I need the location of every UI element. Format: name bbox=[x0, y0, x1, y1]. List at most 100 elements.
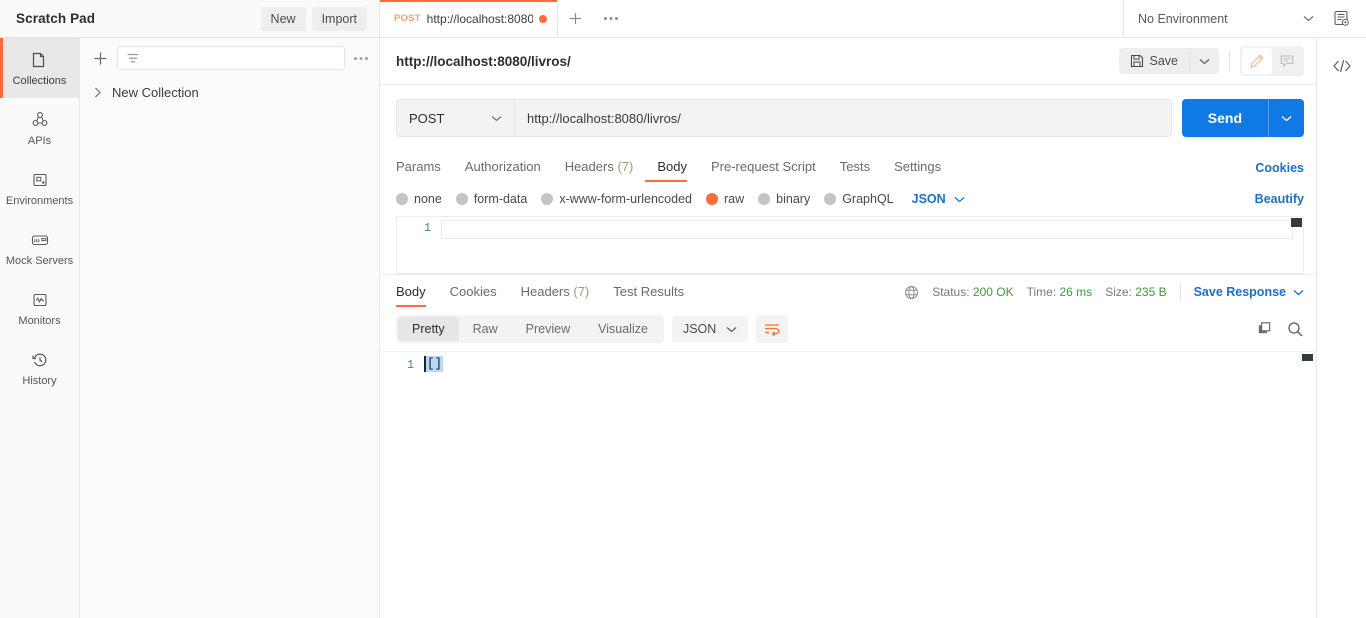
ellipsis-icon[interactable] bbox=[353, 56, 369, 61]
meta-divider bbox=[1179, 283, 1181, 301]
request-body-editor[interactable]: 1 bbox=[396, 216, 1304, 274]
import-button[interactable]: Import bbox=[311, 6, 367, 31]
tab-pre-request-script[interactable]: Pre-request Script bbox=[699, 151, 828, 184]
top-bar: Scratch Pad New Import POST http://local… bbox=[0, 0, 1366, 38]
mock-servers-icon bbox=[29, 230, 51, 250]
tab-settings[interactable]: Settings bbox=[882, 151, 953, 184]
beautify-link[interactable]: Beautify bbox=[1255, 192, 1304, 206]
save-button[interactable]: Save bbox=[1119, 48, 1190, 74]
body-type-raw[interactable]: raw bbox=[706, 192, 744, 206]
save-options-caret[interactable] bbox=[1189, 51, 1219, 71]
editor-gutter: 1 bbox=[397, 217, 441, 273]
response-scrollbar-thumb[interactable] bbox=[1302, 354, 1313, 361]
tab-authorization[interactable]: Authorization bbox=[453, 151, 553, 184]
collection-item-new-collection[interactable]: New Collection bbox=[80, 78, 379, 107]
tab-count: (7) bbox=[617, 159, 634, 174]
tab-body[interactable]: Body bbox=[645, 151, 699, 184]
tab-label: Cookies bbox=[449, 283, 497, 299]
editor-scrollbar-thumb[interactable] bbox=[1291, 218, 1302, 227]
workspace-header: Scratch Pad New Import bbox=[0, 0, 380, 37]
request-tab-active[interactable]: POST http://localhost:8080/ bbox=[380, 0, 558, 37]
radio-icon bbox=[541, 193, 554, 205]
view-mode-raw[interactable]: Raw bbox=[459, 317, 512, 341]
body-type-label: binary bbox=[776, 192, 811, 206]
response-tool-icons bbox=[1257, 321, 1304, 338]
radio-icon bbox=[758, 193, 771, 205]
size-badge: Size: 235 B bbox=[1105, 285, 1166, 299]
sidebar-item-environments[interactable]: Environments bbox=[0, 158, 79, 218]
send-button[interactable]: Send bbox=[1182, 99, 1268, 137]
save-group: Save bbox=[1118, 48, 1219, 74]
response-tab-body[interactable]: Body bbox=[396, 276, 438, 309]
save-response-label: Save Response bbox=[1193, 285, 1286, 299]
response-toolbar: Pretty Raw Preview Visualize JSON bbox=[380, 309, 1316, 351]
workspace-title: Scratch Pad bbox=[16, 11, 96, 26]
sidebar-item-collections[interactable]: Collections bbox=[0, 38, 79, 98]
page-title: http://localhost:8080/livros/ bbox=[396, 53, 571, 69]
new-button[interactable]: New bbox=[260, 6, 306, 31]
monitors-icon bbox=[30, 290, 50, 310]
request-actions bbox=[1240, 46, 1304, 76]
cookies-link[interactable]: Cookies bbox=[1255, 161, 1304, 175]
send-options-caret[interactable] bbox=[1268, 99, 1304, 137]
response-view-modes: Pretty Raw Preview Visualize bbox=[396, 315, 664, 343]
method-selector[interactable]: POST bbox=[397, 100, 515, 136]
sidebar-item-history[interactable]: History bbox=[0, 338, 79, 398]
request-tab-strip: POST http://localhost:8080/ bbox=[380, 0, 1123, 37]
editor-code-area[interactable] bbox=[441, 217, 1303, 273]
time-badge: Time: 26 ms bbox=[1027, 285, 1093, 299]
body-type-form-data[interactable]: form-data bbox=[455, 192, 527, 206]
body-type-graphql[interactable]: GraphQL bbox=[824, 192, 894, 206]
wrap-text-icon[interactable] bbox=[756, 315, 789, 343]
search-input[interactable] bbox=[117, 46, 345, 70]
sidebar-item-label: Environments bbox=[5, 194, 74, 207]
response-tab-cookies[interactable]: Cookies bbox=[438, 276, 509, 309]
environment-selector[interactable]: No Environment bbox=[1124, 0, 1324, 37]
body-type-x-www-form-urlencoded[interactable]: x-www-form-urlencoded bbox=[541, 192, 692, 206]
send-group: Send bbox=[1181, 99, 1304, 137]
tab-label: Pre-request Script bbox=[710, 159, 816, 174]
response-format-label: JSON bbox=[682, 322, 717, 336]
save-response-button[interactable]: Save Response bbox=[1194, 285, 1304, 299]
body-type-binary[interactable]: binary bbox=[758, 192, 810, 206]
response-code-area[interactable]: [] bbox=[424, 352, 1316, 618]
sidebar-item-apis[interactable]: APIs bbox=[0, 98, 79, 158]
ellipsis-icon[interactable] bbox=[592, 0, 630, 37]
radio-icon-selected bbox=[706, 193, 718, 205]
tab-label: Test Results bbox=[613, 283, 685, 299]
response-format-selector[interactable]: JSON bbox=[671, 316, 749, 342]
response-tab-headers[interactable]: Headers (7) bbox=[509, 276, 602, 309]
status-label: Status: bbox=[932, 285, 970, 299]
plus-icon[interactable] bbox=[558, 0, 592, 37]
response-body-viewer[interactable]: 1 [] bbox=[380, 351, 1316, 618]
comment-icon[interactable] bbox=[1272, 48, 1302, 74]
view-mode-visualize[interactable]: Visualize bbox=[584, 317, 662, 341]
body-format-selector[interactable]: JSON bbox=[912, 192, 965, 206]
request-response-pane: http://localhost:8080/livros/ Save POST … bbox=[380, 38, 1366, 618]
view-mode-preview[interactable]: Preview bbox=[512, 317, 584, 341]
pencil-icon[interactable] bbox=[1242, 48, 1272, 74]
environment-quick-look-icon[interactable] bbox=[1324, 10, 1358, 27]
url-input[interactable]: http://localhost:8080/livros/ bbox=[515, 100, 1171, 136]
tab-headers[interactable]: Headers (7) bbox=[553, 151, 646, 184]
copy-icon[interactable] bbox=[1257, 321, 1273, 337]
plus-icon[interactable] bbox=[92, 50, 109, 67]
sidebar-item-monitors[interactable]: Monitors bbox=[0, 278, 79, 338]
body-type-label: GraphQL bbox=[842, 192, 894, 206]
tab-method-label: POST bbox=[394, 13, 421, 24]
tab-params[interactable]: Params bbox=[396, 151, 453, 184]
tab-tests[interactable]: Tests bbox=[828, 151, 882, 184]
sidebar-item-mock-servers[interactable]: Mock Servers bbox=[0, 218, 79, 278]
response-gutter: 1 bbox=[380, 352, 424, 618]
body-type-label: x-www-form-urlencoded bbox=[559, 192, 692, 206]
view-mode-pretty[interactable]: Pretty bbox=[398, 317, 459, 341]
code-snippet-icon[interactable] bbox=[1325, 50, 1359, 82]
body-type-none[interactable]: none bbox=[396, 192, 442, 206]
sidebar-item-label: APIs bbox=[27, 134, 52, 147]
response-tab-test-results[interactable]: Test Results bbox=[601, 276, 696, 309]
search-icon[interactable] bbox=[1287, 321, 1304, 338]
tab-label: Settings bbox=[894, 159, 942, 174]
chevron-down-icon bbox=[1293, 289, 1304, 296]
chevron-right-icon[interactable] bbox=[94, 87, 102, 98]
editor-active-line[interactable] bbox=[441, 220, 1293, 239]
